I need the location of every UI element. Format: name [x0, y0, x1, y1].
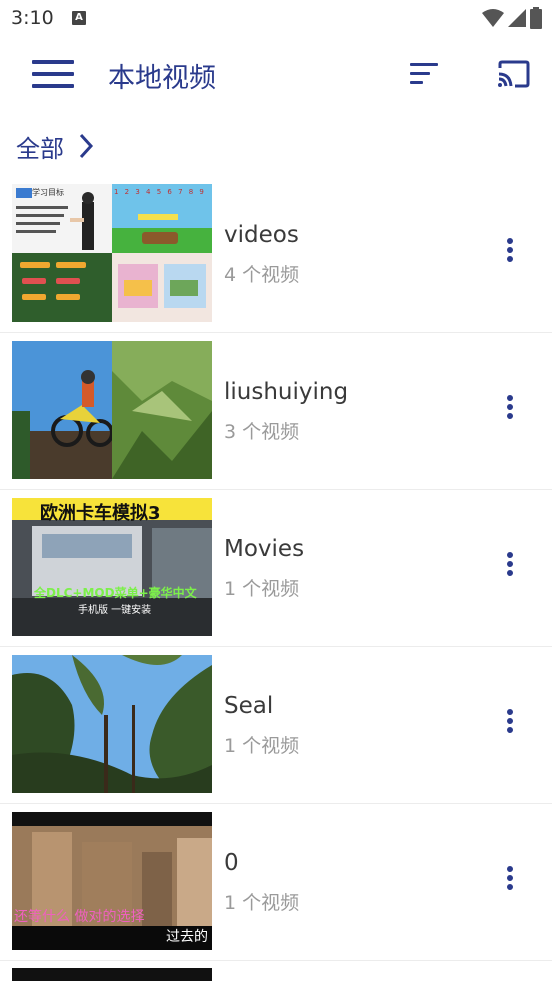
folder-item[interactable]: 欧洲卡车模拟3 全DLC+MOD菜单+豪华中文 手机版 一键安装 Movies … — [0, 490, 552, 647]
menu-icon[interactable] — [32, 58, 74, 90]
more-options-icon[interactable] — [496, 546, 524, 582]
wifi-icon — [482, 9, 504, 27]
battery-icon — [530, 7, 542, 29]
thumbnail-text: 1 2 3 4 5 6 7 8 9 — [114, 188, 206, 196]
more-options-icon[interactable] — [496, 389, 524, 425]
status-time: 3:10 — [11, 7, 54, 29]
folder-item[interactable]: liushuiying 3 个视频 — [0, 333, 552, 490]
thumbnail-banner: 欧洲卡车模拟3 — [40, 503, 161, 524]
folder-count: 3 个视频 — [224, 421, 300, 443]
notification-icon: A — [72, 11, 86, 25]
folder-thumbnail: 学习目标 1 2 3 4 5 6 7 8 9 — [12, 184, 212, 322]
thumbnail-text: 学习目标 — [32, 188, 64, 197]
thumbnail-subtitle: 过去的 — [166, 929, 208, 945]
page-title: 本地视频 — [108, 63, 216, 94]
thumbnail-text: 全DLC+MOD菜单+豪华中文 — [34, 586, 197, 600]
more-options-icon[interactable] — [496, 860, 524, 896]
thumbnail-text: 手机版 一键安装 — [78, 605, 152, 616]
folder-count: 4 个视频 — [224, 264, 300, 286]
more-options-icon[interactable] — [496, 703, 524, 739]
folder-thumbnail-partial — [12, 968, 212, 981]
folder-name: 0 — [224, 850, 239, 876]
folder-name: Movies — [224, 536, 305, 562]
folder-thumbnail: 欧洲卡车模拟3 全DLC+MOD菜单+豪华中文 手机版 一键安装 — [12, 498, 212, 636]
folder-list: 学习目标 1 2 3 4 5 6 7 8 9 videos 4 个视频 lius… — [0, 176, 552, 961]
breadcrumb[interactable]: 全部 — [16, 128, 94, 164]
folder-name: Seal — [224, 693, 274, 719]
folder-thumbnail: 还等什么 做对的选择 过去的 — [12, 812, 212, 950]
folder-name: liushuiying — [224, 379, 349, 405]
folder-thumbnail — [12, 341, 212, 479]
more-options-icon[interactable] — [496, 232, 524, 268]
folder-item[interactable]: 还等什么 做对的选择 过去的 0 1 个视频 — [0, 804, 552, 961]
folder-thumbnail — [12, 655, 212, 793]
status-bar: 3:10 A — [0, 0, 552, 36]
folder-count: 1 个视频 — [224, 892, 300, 914]
sort-icon[interactable] — [410, 62, 440, 86]
breadcrumb-label: 全部 — [16, 134, 64, 163]
app-bar: 本地视频 — [0, 36, 552, 114]
thumbnail-subtitle: 还等什么 做对的选择 — [14, 909, 145, 925]
cast-icon[interactable] — [496, 60, 530, 88]
folder-item[interactable]: 学习目标 1 2 3 4 5 6 7 8 9 videos 4 个视频 — [0, 176, 552, 333]
folder-count: 1 个视频 — [224, 735, 300, 757]
folder-name: videos — [224, 222, 299, 248]
chevron-right-icon — [79, 133, 94, 159]
signal-icon — [508, 9, 526, 27]
folder-item[interactable]: Seal 1 个视频 — [0, 647, 552, 804]
status-indicators — [482, 7, 542, 29]
folder-count: 1 个视频 — [224, 578, 300, 600]
